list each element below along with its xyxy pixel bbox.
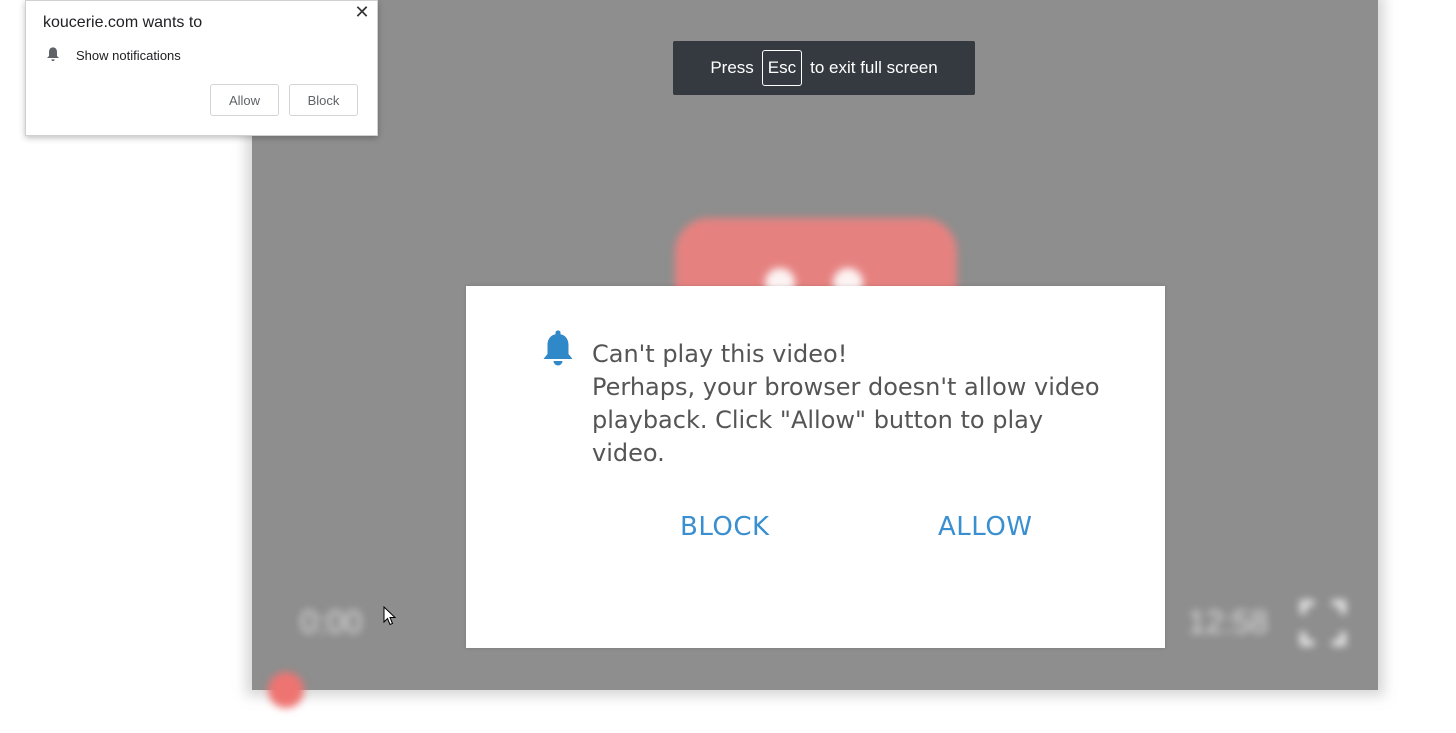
permission-row: Show notifications [45,46,181,65]
page: 0:00 12:58 Press Esc to exit full screen… [0,0,1456,733]
toast-suffix-text: to exit full screen [810,58,938,77]
bell-icon [45,46,61,65]
bell-icon [542,330,574,368]
permission-label: Show notifications [76,48,181,63]
esc-key-badge: Esc [761,50,803,86]
modal-body: Perhaps, your browser doesn't allow vide… [592,373,1100,467]
toast-press-text: Press [710,58,754,77]
allow-button[interactable]: Allow [210,84,279,116]
modal-allow-button[interactable]: ALLOW [938,512,1033,542]
modal-message: Can't play this video! Perhaps, your bro… [592,338,1112,470]
fullscreen-icon[interactable] [1298,598,1348,648]
cant-play-modal: Can't play this video! Perhaps, your bro… [466,286,1165,648]
time-current: 0:00 [300,604,363,640]
fullscreen-exit-toast: Press Esc to exit full screen [673,41,975,95]
notification-permission-popup: koucerie.com wants to ✕ Show notificatio… [25,0,378,136]
progress-knob[interactable] [268,672,304,708]
permission-popup-title: koucerie.com wants to [43,14,203,31]
modal-heading: Can't play this video! [592,340,848,368]
modal-block-button[interactable]: BLOCK [680,512,770,542]
time-total: 12:58 [1188,604,1269,640]
block-button[interactable]: Block [289,84,358,116]
mouse-cursor-icon [383,605,397,626]
close-icon[interactable]: ✕ [351,1,373,23]
